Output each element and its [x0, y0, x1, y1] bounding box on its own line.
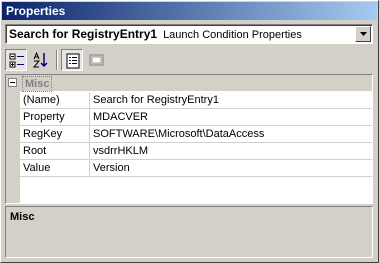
dropdown-button[interactable] [355, 26, 371, 42]
selected-object-type: Launch Condition Properties [163, 29, 302, 41]
object-selector-dropdown[interactable]: Search for RegistryEntry1 Launch Conditio… [5, 24, 373, 44]
property-name: Root [20, 143, 90, 159]
alphabetical-icon [33, 52, 48, 68]
collapse-icon[interactable] [8, 78, 17, 87]
property-row[interactable]: Property MDACVER [20, 109, 372, 126]
properties-icon [66, 53, 80, 69]
chevron-down-icon [360, 32, 367, 36]
category-label: Misc [22, 76, 53, 92]
property-value[interactable]: SOFTWARE\Microsoft\DataAccess [90, 126, 372, 142]
property-name: RegKey [20, 126, 90, 142]
property-row[interactable]: Root vsdrrHKLM [20, 143, 372, 160]
property-row[interactable]: (Name) Search for RegistryEntry1 [20, 92, 372, 109]
categorized-button[interactable] [5, 49, 27, 71]
properties-window: Properties Search for RegistryEntry1 Laun… [0, 0, 379, 263]
property-name: Property [20, 109, 90, 125]
selected-object-name: Search for RegistryEntry1 [9, 27, 158, 41]
properties-button[interactable] [61, 49, 83, 71]
property-row[interactable]: Value Version [20, 160, 372, 177]
categorized-icon [9, 53, 24, 68]
property-name: (Name) [20, 92, 90, 108]
properties-toolbar [5, 48, 373, 72]
alphabetical-button[interactable] [30, 49, 52, 71]
property-pages-icon [89, 54, 104, 66]
property-value[interactable]: vsdrrHKLM [90, 143, 372, 159]
description-pane: Misc [5, 206, 373, 258]
grid-gutter [6, 75, 20, 203]
property-name: Value [20, 160, 90, 176]
property-value[interactable]: Version [90, 160, 372, 176]
category-row-misc[interactable]: Misc [6, 75, 372, 92]
property-value[interactable]: MDACVER [90, 109, 372, 125]
toolbar-separator [56, 50, 58, 70]
property-row[interactable]: RegKey SOFTWARE\Microsoft\DataAccess [20, 126, 372, 143]
property-value[interactable]: Search for RegistryEntry1 [90, 92, 372, 108]
description-title: Misc [10, 211, 35, 223]
property-pages-button[interactable] [86, 49, 108, 71]
title-bar: Properties [2, 2, 377, 20]
property-grid: Misc (Name) Search for RegistryEntry1 Pr… [5, 74, 373, 204]
